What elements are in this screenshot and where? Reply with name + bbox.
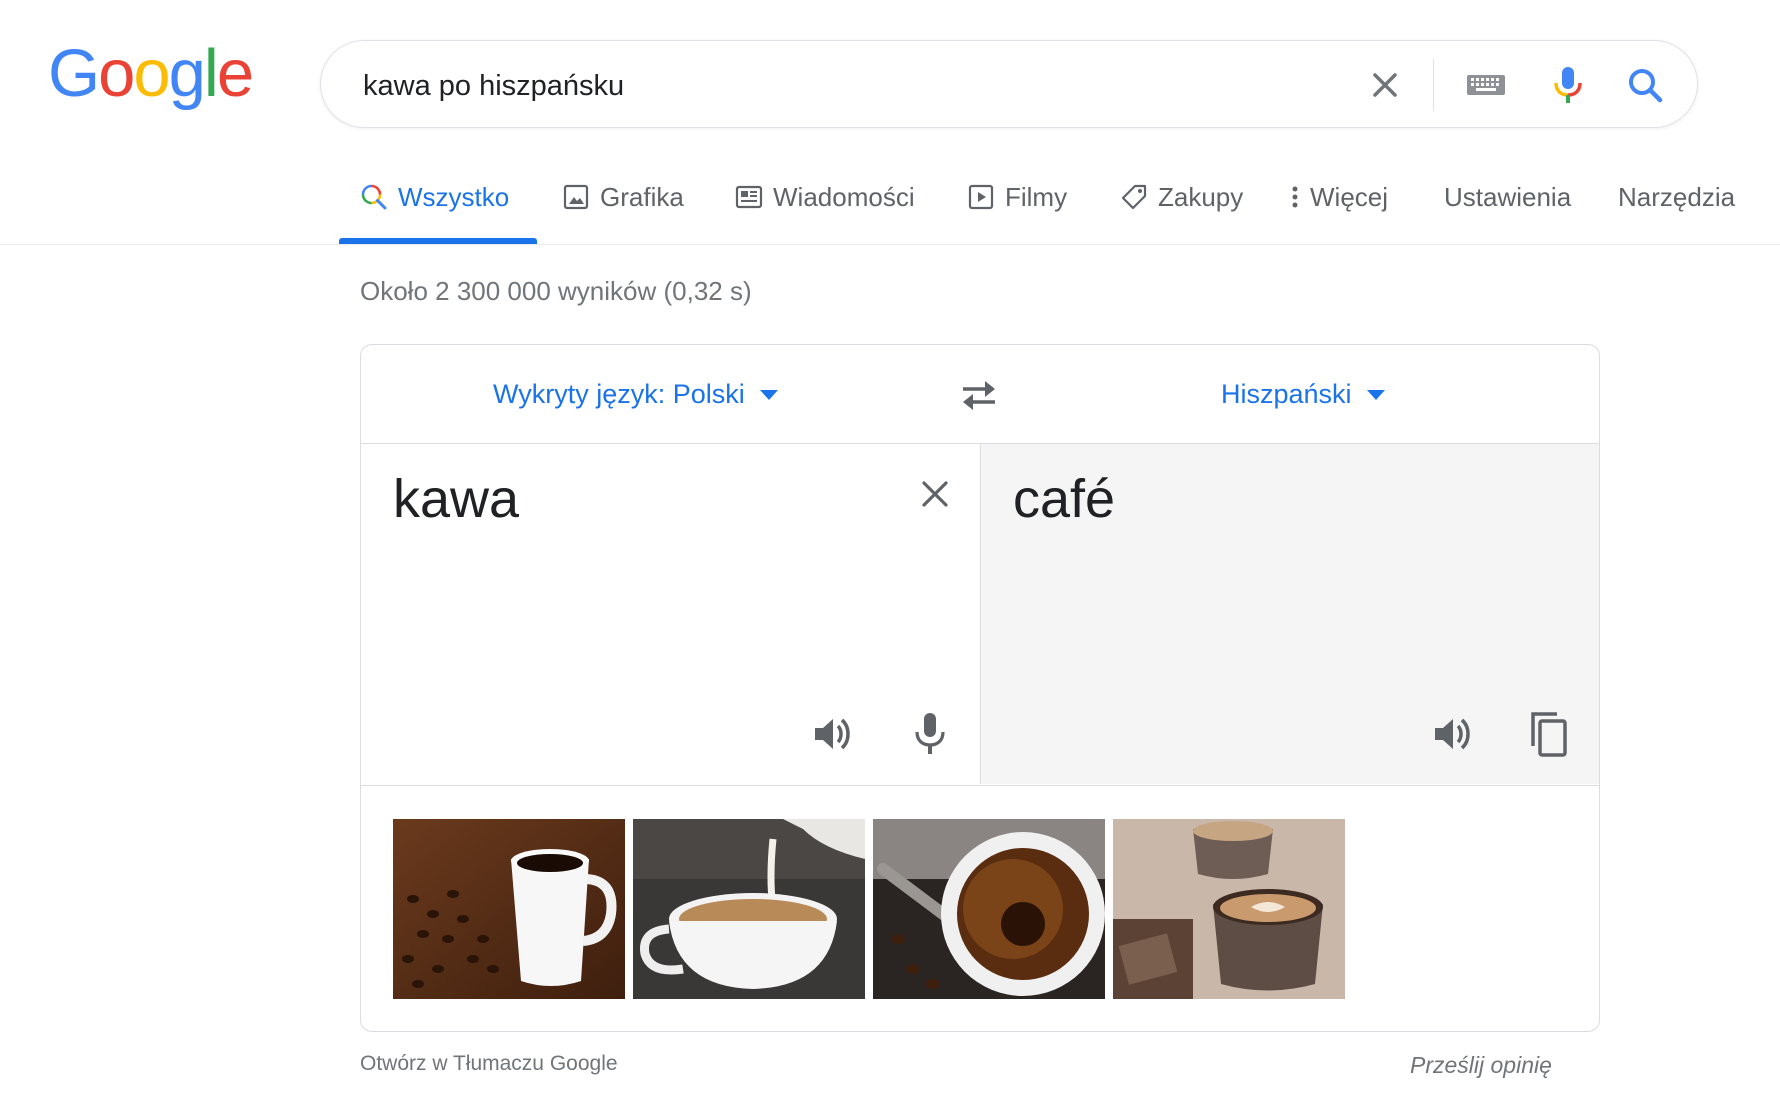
listen-translation-button[interactable] [1431, 712, 1475, 756]
tab-label: Zakupy [1158, 182, 1244, 212]
source-text[interactable]: kawa [393, 468, 519, 530]
source-language-select[interactable]: Wykryty język: Polski [493, 379, 779, 410]
keyboard-button[interactable] [1465, 67, 1507, 103]
logo-letter-e: e [216, 36, 254, 111]
source-text-pane[interactable]: kawa [361, 444, 981, 784]
logo-letter-l: l [203, 36, 219, 111]
coffee-image-1[interactable] [393, 819, 625, 999]
open-in-translate-link[interactable]: Otwórz w Tłumaczu Google [360, 1052, 618, 1076]
search-icon [1629, 69, 1663, 103]
tab-label: Filmy [1005, 182, 1068, 212]
tab-all[interactable]: Wszystko [360, 170, 509, 246]
tab-label: Ustawienia [1444, 182, 1572, 212]
send-feedback-link[interactable]: Prześlij opinię [1410, 1052, 1552, 1079]
search-box-separator [1433, 59, 1434, 111]
news-icon [735, 185, 763, 209]
clear-search-button[interactable] [1361, 61, 1409, 109]
tab-label: Więcej [1310, 182, 1389, 212]
tab-more[interactable]: Więcej [1290, 170, 1388, 246]
espresso-top-view-image [873, 819, 1105, 999]
voice-input-button[interactable] [908, 710, 952, 758]
translate-card: Wykryty język: Polski Hiszpański kawa ca… [360, 344, 1600, 1032]
mic-icon [915, 713, 945, 754]
language-selector-row: Wykryty język: Polski Hiszpański [361, 345, 1599, 444]
header-divider [0, 244, 1780, 245]
tab-label: Wszystko [398, 182, 510, 212]
related-images-row [361, 785, 1599, 1031]
swap-languages-button[interactable] [957, 375, 1001, 415]
coffee-image-2[interactable] [633, 819, 865, 999]
target-language-select[interactable]: Hiszpański [1221, 379, 1386, 410]
more-vert-icon [1292, 186, 1298, 208]
tab-label: Wiadomości [773, 182, 915, 212]
logo-letter-o2: o [133, 36, 170, 111]
result-stats: Około 2 300 000 wyników (0,32 s) [360, 276, 752, 306]
mic-icon [1554, 67, 1582, 103]
search-submit-button[interactable] [1621, 61, 1669, 109]
logo-letter-o1: o [98, 36, 135, 111]
speaker-icon [815, 718, 850, 750]
coffee-cup-with-beans-image [393, 819, 625, 999]
voice-search-button[interactable] [1544, 61, 1592, 109]
search-icon [361, 184, 387, 210]
tab-news[interactable]: Wiadomości [735, 170, 915, 246]
milk-pouring-into-coffee-image [633, 819, 865, 999]
listen-source-button[interactable] [811, 712, 855, 756]
dropdown-arrow-icon [759, 389, 778, 400]
clear-source-button[interactable] [913, 472, 957, 516]
swap-icon [963, 381, 995, 410]
coffee-image-4[interactable] [1113, 819, 1345, 999]
tab-label: Narzędzia [1618, 182, 1736, 212]
image-icon [563, 184, 589, 210]
target-text-pane: café [981, 444, 1599, 784]
tab-label: Grafika [600, 182, 684, 212]
tab-videos[interactable]: Filmy [967, 170, 1067, 246]
dropdown-arrow-icon [1366, 389, 1385, 400]
copy-icon [1531, 712, 1567, 757]
tab-shopping[interactable]: Zakupy [1120, 170, 1243, 246]
tab-tools[interactable]: Narzędzia [1618, 170, 1735, 246]
tab-images[interactable]: Grafika [562, 170, 684, 246]
close-icon [1373, 73, 1397, 97]
close-icon [922, 481, 948, 507]
target-language-label: Hiszpański [1221, 379, 1352, 409]
coffee-image-3[interactable] [873, 819, 1105, 999]
google-logo[interactable]: Google [48, 36, 254, 111]
keyboard-icon [1467, 75, 1505, 95]
search-input[interactable] [361, 63, 1345, 109]
source-language-label: Wykryty język: Polski [493, 379, 745, 409]
play-icon [968, 184, 994, 210]
translated-text: café [1013, 469, 1116, 529]
logo-letter-g2: g [168, 36, 206, 111]
latte-art-cups-image [1113, 819, 1345, 999]
speaker-icon [1435, 718, 1470, 750]
tab-settings[interactable]: Ustawienia [1444, 170, 1571, 246]
search-box [320, 40, 1698, 128]
logo-letter-g: G [48, 36, 100, 111]
copy-translation-button[interactable] [1527, 710, 1571, 760]
tag-icon [1121, 184, 1147, 210]
